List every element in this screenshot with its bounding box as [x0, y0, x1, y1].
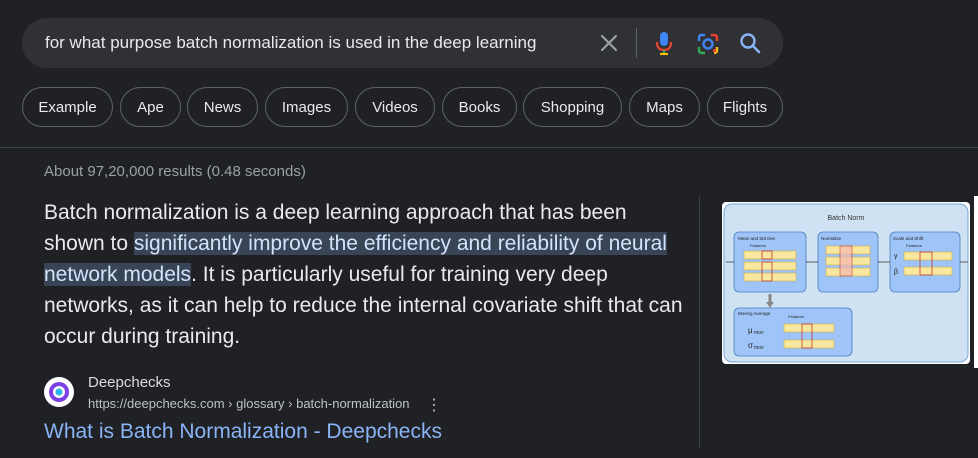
featured-snippet: Batch normalization is a deep learning a… [44, 197, 684, 352]
thumb-title: Batch Norm [828, 215, 865, 222]
next-thumbnail-edge [974, 196, 978, 368]
thumb-box1-label: Mean and Std Dev [738, 236, 776, 241]
search-input[interactable]: for what purpose batch normalization is … [45, 33, 536, 53]
thumb-features-3: Features [906, 243, 922, 248]
result-title-link[interactable]: What is Batch Normalization - Deepchecks [44, 420, 442, 444]
thumb-sigma: σ [748, 341, 753, 350]
chip-images[interactable]: Images [265, 87, 348, 127]
thumb-box2-label: Normalize [821, 236, 842, 241]
chip-maps[interactable]: Maps [629, 87, 700, 127]
thumb-sigma-sub: mov [754, 345, 764, 351]
thumb-box3-label: Scale and Shift [893, 236, 924, 241]
thumb-beta: β [894, 269, 898, 276]
chip-books[interactable]: Books [442, 87, 517, 127]
thumb-gamma: γ [894, 253, 898, 260]
search-bar[interactable]: for what purpose batch normalization is … [22, 18, 783, 68]
chip-videos[interactable]: Videos [355, 87, 435, 127]
search-icon[interactable] [738, 31, 762, 55]
close-icon[interactable] [598, 32, 620, 54]
chip-flights[interactable]: Flights [707, 87, 783, 127]
snippet-thumbnail[interactable]: Batch Norm Mean and Std Dev Features Nor… [722, 202, 970, 364]
source-site-name[interactable]: Deepchecks [88, 374, 171, 391]
thumb-mu: μ [748, 326, 753, 335]
lens-icon[interactable] [695, 31, 721, 57]
thumb-mu-sub: mov [754, 330, 764, 336]
thumb-features-4: Features [788, 314, 804, 319]
more-options-icon[interactable]: ⋮ [426, 395, 442, 415]
results-stats: About 97,20,000 results (0.48 seconds) [44, 163, 306, 180]
chip-example[interactable]: Example [22, 87, 113, 127]
search-divider [636, 28, 637, 58]
header-divider [0, 147, 978, 148]
snippet-divider [699, 196, 700, 448]
chip-ape[interactable]: Ape [120, 87, 181, 127]
deepchecks-favicon-icon[interactable] [44, 377, 74, 407]
chip-news[interactable]: News [187, 87, 258, 127]
thumb-box4-label: Moving Average [738, 311, 771, 316]
source-url[interactable]: https://deepchecks.com › glossary › batc… [88, 396, 410, 411]
chip-shopping[interactable]: Shopping [523, 87, 622, 127]
mic-icon[interactable] [652, 30, 676, 56]
thumb-features-1: Features [750, 243, 766, 248]
